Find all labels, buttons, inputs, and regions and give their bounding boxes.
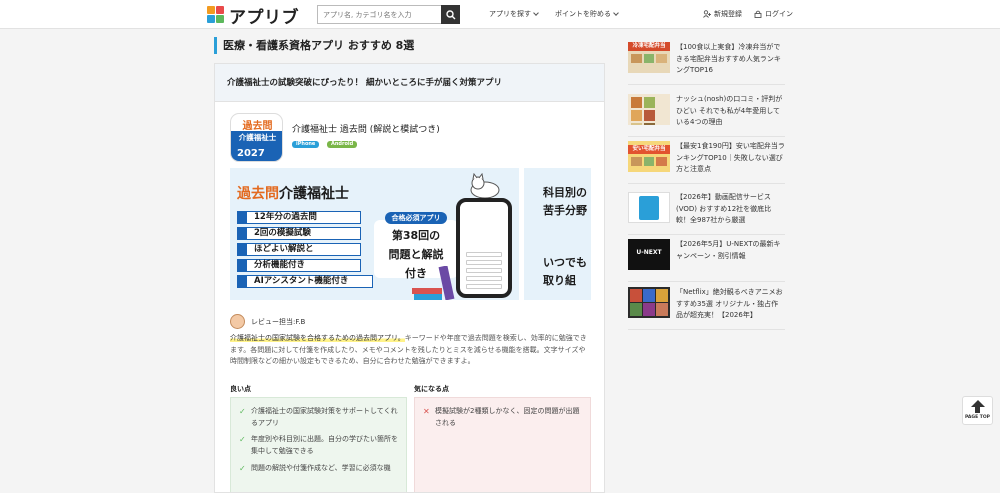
user-add-icon: [703, 10, 711, 18]
article-thumbnail: [628, 94, 670, 125]
article-thumbnail: 安い宅配弁当: [628, 141, 670, 172]
review-highlight: 介護福祉士の国家試験を合格するための過去問アプリ。: [230, 334, 405, 342]
must-have-label: 合格必須アプリ: [385, 212, 447, 224]
cons-item: ✕ 模擬試験が2種類しかなく、固定の問題が出題される: [423, 407, 580, 427]
nav-find-apps-label: アプリを探す: [489, 10, 531, 18]
search-box: [317, 5, 460, 24]
screenshot-title: 過去問介護福祉士: [237, 186, 349, 202]
app-name[interactable]: 介護福祉士 過去問 (解説と模試つき): [292, 122, 440, 135]
callout-line: 問題と解説: [388, 248, 444, 261]
article-thumbnail: U-NEXT: [628, 239, 670, 270]
search-icon: [445, 9, 455, 19]
logo-text: アプリブ: [229, 7, 299, 28]
check-icon: ✓: [239, 464, 246, 473]
cons-box: ✕ 模擬試験が2種類しかなく、固定の問題が出題される: [414, 397, 591, 492]
pros-item: ✓ 問題の解説や付箋作成など、学習に必須な機: [239, 464, 391, 473]
article-title: 「Netflix」絶対観るべきアニメおすすめ35選 オリジナル・独占作品が超充実…: [676, 288, 783, 319]
app-icon-line1: 過去問: [242, 121, 273, 132]
reviewer-name: レビュー担当:F.B: [251, 317, 306, 326]
screenshot2-line: いつでも: [543, 256, 587, 269]
register-link[interactable]: 新規登録: [703, 9, 742, 19]
chevron-down-icon: [613, 9, 619, 16]
reviewer: レビュー担当:F.B: [230, 314, 305, 329]
search-input[interactable]: [318, 6, 442, 23]
article-title: 【100食以上実食】冷凍弁当ができる宅配弁当おすすめ人気ランキングTOP16: [676, 43, 781, 74]
pros-box: ✓ 介護福祉士の国家試験対策をサポートしてくれるアプリ ✓ 年度別や科目別に出題。自…: [230, 397, 407, 492]
sidebar-article[interactable]: 【2026年】動画配信サービス(VOD) おすすめ12社を徹底比較！全987社か…: [628, 188, 785, 235]
article-title: 【最安1食190円】安い宅配弁当ランキングTOP10｜失敗しない選び方と注意点: [676, 142, 785, 173]
app-icon[interactable]: 過去問 介護福祉士 2027: [230, 113, 283, 162]
lock-icon: [754, 10, 762, 18]
sidebar-article[interactable]: 安い宅配弁当 【最安1食190円】安い宅配弁当ランキングTOP10｜失敗しない選…: [628, 137, 785, 184]
cross-icon: ✕: [423, 407, 430, 416]
feature-item: AIアシスタント機能付き: [237, 275, 373, 288]
cat-illustration: [470, 173, 500, 199]
page-title: 医療・看護系資格アプリ おすすめ 8選: [214, 37, 605, 54]
pros-item: ✓ 介護福祉士の国家試験対策をサポートしてくれるアプリ: [239, 407, 398, 427]
app-screenshot-1: 過去問介護福祉士 12年分の過去問 2回の模擬試験 ほどよい解説と 分析機能付き…: [230, 168, 519, 300]
android-badge[interactable]: Android: [327, 141, 358, 148]
sidebar-article[interactable]: 冷凍宅配弁当 【100食以上実食】冷凍弁当ができる宅配弁当おすすめ人気ランキング…: [628, 38, 785, 85]
article-title: ナッシュ(nosh)の口コミ・評判がひどい それでも私が4年愛用している4つの理…: [676, 95, 783, 126]
article-thumbnail: [628, 192, 670, 223]
check-icon: ✓: [239, 407, 246, 416]
nav-find-apps[interactable]: アプリを探す: [489, 9, 539, 19]
app-screenshot-2: 科目別の 苦手分野 いつでも 取り組: [524, 168, 591, 300]
article-title: 【2026年】動画配信サービス(VOD) おすすめ12社を徹底比較！全987社か…: [676, 193, 772, 224]
logo-icon: [207, 6, 225, 24]
pros-title: 良い点: [230, 385, 251, 393]
feature-item: 12年分の過去問: [237, 211, 361, 224]
iphone-badge[interactable]: iPhone: [292, 141, 320, 148]
main-content: 医療・看護系資格アプリ おすすめ 8選 介護福祉士の試験突破にぴったり！ 細かい…: [214, 37, 605, 493]
screenshot2-line: 科目別の: [543, 186, 587, 199]
pros-item: ✓ 年度別や科目別に出題。自分の学びたい箇所を集中して勉強できる: [239, 435, 398, 455]
sidebar-article[interactable]: U-NEXT 【2026年5月】U-NEXTの最新キャンペーン・割引情報: [628, 235, 785, 282]
check-icon: ✓: [239, 435, 246, 444]
avatar: [230, 314, 245, 329]
card-heading: 介護福祉士の試験突破にぴったり！ 細かいところに手が届く対策アプリ: [215, 64, 604, 102]
search-button[interactable]: [441, 5, 460, 24]
callout-line: 第38回の: [391, 229, 441, 242]
chevron-down-icon: [533, 9, 539, 16]
login-link[interactable]: ログイン: [754, 9, 793, 19]
app-icon-year: 2027: [231, 145, 282, 161]
app-card: 介護福祉士の試験突破にぴったり！ 細かいところに手が届く対策アプリ 過去問 介護…: [214, 63, 605, 493]
books-illustration: [412, 266, 455, 300]
article-title: 【2026年5月】U-NEXTの最新キャンペーン・割引情報: [676, 240, 781, 260]
site-logo[interactable]: アプリブ: [207, 4, 299, 28]
cons-title: 気になる点: [414, 385, 449, 393]
register-label: 新規登録: [714, 10, 742, 18]
page-top-label: PAGE TOP: [965, 415, 990, 420]
login-label: ログイン: [765, 10, 793, 18]
sidebar-article[interactable]: ナッシュ(nosh)の口コミ・評判がひどい それでも私が4年愛用している4つの理…: [628, 90, 785, 137]
feature-item: 分析機能付き: [237, 259, 361, 272]
app-icon-line2: 介護福祉士: [231, 131, 282, 145]
article-thumbnail: [628, 287, 670, 318]
feature-item: ほどよい解説と: [237, 243, 361, 256]
screenshot-carousel[interactable]: 過去問介護福祉士 12年分の過去問 2回の模擬試験 ほどよい解説と 分析機能付き…: [230, 168, 591, 300]
site-header: アプリブ アプリを探す ポイントを貯める 新規登録 ログイン: [0, 0, 1000, 29]
sidebar-article[interactable]: 「Netflix」絶対観るべきアニメおすすめ35選 オリジナル・独占作品が超充実…: [628, 283, 785, 330]
screenshot2-line: 苦手分野: [543, 204, 587, 217]
article-thumbnail: 冷凍宅配弁当: [628, 42, 670, 73]
review-text: 介護福祉士の国家試験を合格するための過去問アプリ。キーワードや年度で過去問題を検…: [230, 333, 591, 368]
page-top-button[interactable]: PAGE TOP: [962, 396, 993, 425]
nav-points[interactable]: ポイントを貯める: [555, 9, 619, 19]
screenshot2-line: 取り組: [543, 274, 576, 287]
arrow-up-icon: [970, 400, 985, 407]
feature-item: 2回の模擬試験: [237, 227, 361, 240]
nav-points-label: ポイントを貯める: [555, 10, 611, 18]
phone-mockup: [456, 198, 512, 298]
